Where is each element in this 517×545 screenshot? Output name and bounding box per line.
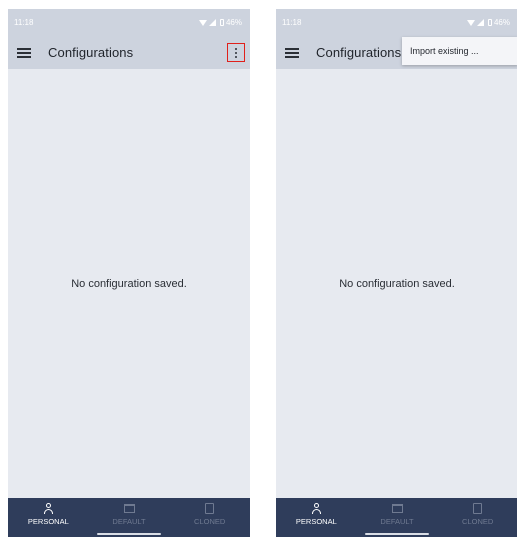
nav-tab-label: PERSONAL [27, 517, 69, 526]
nav-tab-default[interactable]: DEFAULT [89, 498, 170, 537]
nav-tab-default[interactable]: DEFAULT [357, 498, 438, 537]
app-bar: Configurations [8, 36, 250, 69]
battery-percent: 46% [493, 18, 510, 27]
page-title: Configurations [48, 45, 134, 60]
nav-tab-personal[interactable]: PERSONAL [8, 498, 89, 537]
bottom-navigation: PERSONAL DEFAULT CLONED [276, 498, 517, 537]
status-time: 11:18 [14, 18, 34, 27]
wifi-icon [198, 19, 207, 26]
home-indicator[interactable] [97, 533, 161, 535]
wifi-icon [466, 19, 475, 26]
bottom-navigation: PERSONAL DEFAULT CLONED [8, 498, 250, 537]
nav-tab-label: PERSONAL [295, 517, 337, 526]
clone-icon [205, 503, 215, 514]
configuration-list: No configuration saved. [276, 69, 517, 498]
factory-icon [391, 504, 403, 513]
nav-tab-personal[interactable]: PERSONAL [276, 498, 357, 537]
more-vert-icon [235, 47, 237, 50]
battery-icon [219, 19, 224, 26]
screenshot-stage: 11:18 46% Configurations No configuratio… [0, 0, 517, 545]
empty-state-message: No configuration saved. [71, 277, 187, 290]
menu-item-import-existing[interactable]: Import existing ... [410, 46, 479, 56]
status-indicators: 46% [198, 18, 242, 27]
configuration-list: No configuration saved. [8, 69, 250, 498]
hamburger-menu-icon[interactable] [285, 47, 299, 58]
status-bar: 11:18 46% [8, 9, 250, 36]
nav-tab-label: DEFAULT [380, 517, 414, 526]
nav-tab-label: CLONED [194, 517, 226, 526]
status-bar: 11:18 46% [276, 9, 517, 36]
person-icon [43, 503, 54, 514]
status-indicators: 46% [466, 18, 510, 27]
battery-percent: 46% [225, 18, 242, 27]
more-vert-icon-dot [235, 55, 237, 58]
home-indicator[interactable] [365, 533, 429, 535]
clone-icon [473, 503, 483, 514]
person-icon [311, 503, 322, 514]
nav-tab-label: CLONED [462, 517, 494, 526]
empty-state-message: No configuration saved. [339, 277, 455, 290]
more-options-button[interactable] [227, 43, 245, 62]
page-title: Configurations [316, 45, 402, 60]
nav-tab-label: DEFAULT [112, 517, 146, 526]
factory-icon [123, 504, 135, 513]
phone-screen-before: 11:18 46% Configurations No configuratio… [8, 9, 250, 537]
signal-icon [476, 19, 484, 26]
status-time: 11:18 [282, 18, 302, 27]
more-vert-icon-dot [235, 51, 237, 54]
nav-tab-cloned[interactable]: CLONED [169, 498, 250, 537]
hamburger-menu-icon[interactable] [17, 47, 31, 58]
phone-screen-after: 11:18 46% Configurations Import existing… [276, 9, 517, 537]
signal-icon [208, 19, 216, 26]
nav-tab-cloned[interactable]: CLONED [437, 498, 517, 537]
battery-icon [487, 19, 492, 26]
overflow-menu: Import existing ... [402, 37, 517, 65]
